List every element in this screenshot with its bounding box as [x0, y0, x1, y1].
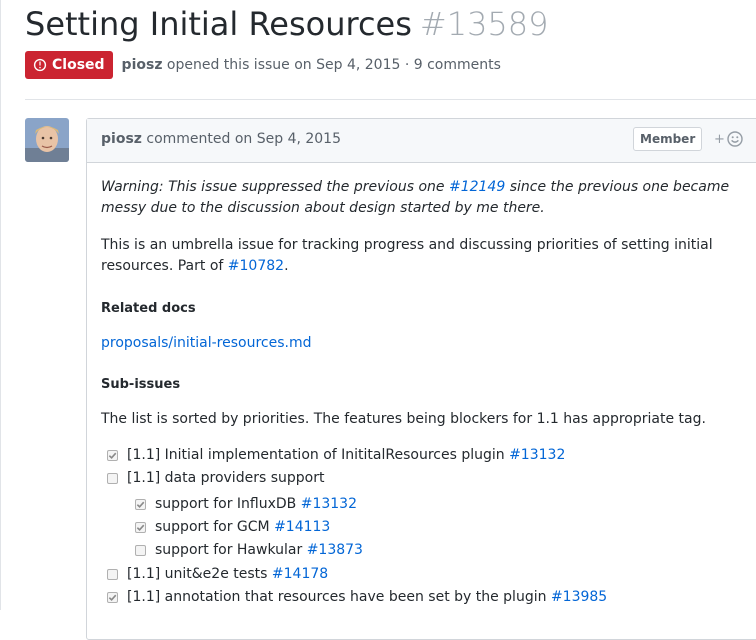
issue-closed-icon [33, 58, 47, 72]
add-reaction-button[interactable]: + [714, 131, 743, 147]
avatar[interactable] [25, 118, 69, 162]
task-item: support for Hawkular #13873 [135, 542, 363, 558]
task-checkbox[interactable] [135, 544, 146, 556]
related-docs-link[interactable]: proposals/initial-resources.md [101, 335, 312, 351]
task-text: support for GCM [155, 519, 275, 535]
page-left-border [0, 0, 1, 610]
comment-header: piosz commented on Sep 4, 2015 Member + [87, 119, 756, 163]
umbrella-paragraph: This is an umbrella issue for tracking p… [101, 235, 731, 277]
avatar-image [25, 118, 69, 162]
checkmark-icon [108, 452, 117, 459]
issue-meta: Closed piosz opened this issue on Sep 4,… [25, 51, 501, 79]
task-issue-link[interactable]: #14178 [272, 566, 328, 582]
warning-paragraph: Warning: This issue suppressed the previ… [101, 177, 731, 219]
task-checkbox-checked[interactable] [135, 521, 146, 533]
comment-action[interactable]: commented on Sep 4, 2015 [146, 131, 341, 147]
sub-issues-heading: Sub-issues [101, 377, 181, 392]
task-text: support for Hawkular [155, 542, 307, 558]
task-item: support for GCM #14113 [135, 519, 330, 535]
issue-title: Setting Initial Resources #13589 [25, 3, 549, 45]
task-issue-link[interactable]: #13873 [307, 542, 363, 558]
comment-author-link[interactable]: piosz [101, 131, 142, 147]
task-text: [1.1] data providers support [127, 470, 325, 486]
header-divider [25, 99, 756, 100]
task-text: support for InfluxDB [155, 496, 301, 512]
comment-meta: piosz commented on Sep 4, 2015 [101, 131, 341, 147]
sorted-paragraph: The list is sorted by priorities. The fe… [101, 411, 706, 427]
task-item: [1.1] data providers support [107, 470, 324, 486]
task-checkbox[interactable] [107, 568, 118, 580]
task-item: [1.1] Initial implementation of Initital… [107, 447, 565, 463]
task-text: [1.1] Initial implementation of Initital… [127, 447, 510, 463]
member-badge: Member [633, 127, 703, 151]
task-item: [1.1] unit&e2e tests #14178 [107, 566, 328, 582]
issue-number: #13589 [419, 5, 549, 43]
task-text: [1.1] unit&e2e tests [127, 566, 272, 582]
comment-box: piosz commented on Sep 4, 2015 Member + … [86, 118, 756, 640]
task-issue-link[interactable]: #13132 [301, 496, 357, 512]
issue-meta-text: piosz opened this issue on Sep 4, 2015 ·… [122, 57, 501, 73]
issue-author-link[interactable]: piosz [122, 57, 163, 73]
task-item: support for InfluxDB #13132 [135, 496, 357, 512]
warning-text-prefix: Warning: This issue suppressed the previ… [101, 179, 449, 195]
task-issue-link[interactable]: #13985 [551, 589, 607, 605]
parent-issue-link[interactable]: #10782 [228, 258, 284, 274]
task-checkbox-checked[interactable] [135, 498, 146, 510]
checkmark-icon [108, 594, 117, 601]
task-checkbox[interactable] [107, 472, 118, 484]
task-issue-link[interactable]: #13132 [509, 447, 565, 463]
umbrella-text-prefix: This is an umbrella issue for tracking p… [101, 237, 713, 274]
warning-link[interactable]: #12149 [449, 179, 505, 195]
related-docs-heading: Related docs [101, 301, 196, 316]
add-reaction-plus: + [714, 131, 725, 147]
umbrella-text-suffix: . [284, 258, 289, 274]
issue-title-text: Setting Initial Resources [25, 5, 412, 43]
smiley-icon [727, 131, 743, 147]
task-issue-link[interactable]: #14113 [274, 519, 330, 535]
task-checkbox-checked[interactable] [107, 591, 118, 603]
status-badge: Closed [25, 51, 113, 79]
task-text: [1.1] annotation that resources have bee… [127, 589, 551, 605]
status-badge-label: Closed [52, 57, 105, 73]
checkmark-icon [136, 501, 145, 508]
checkmark-icon [136, 524, 145, 531]
task-checkbox-checked[interactable] [107, 449, 118, 461]
related-docs-paragraph: proposals/initial-resources.md [101, 333, 731, 354]
task-item: [1.1] annotation that resources have bee… [107, 589, 607, 605]
issue-meta-details: opened this issue on Sep 4, 2015 · 9 com… [166, 57, 501, 73]
